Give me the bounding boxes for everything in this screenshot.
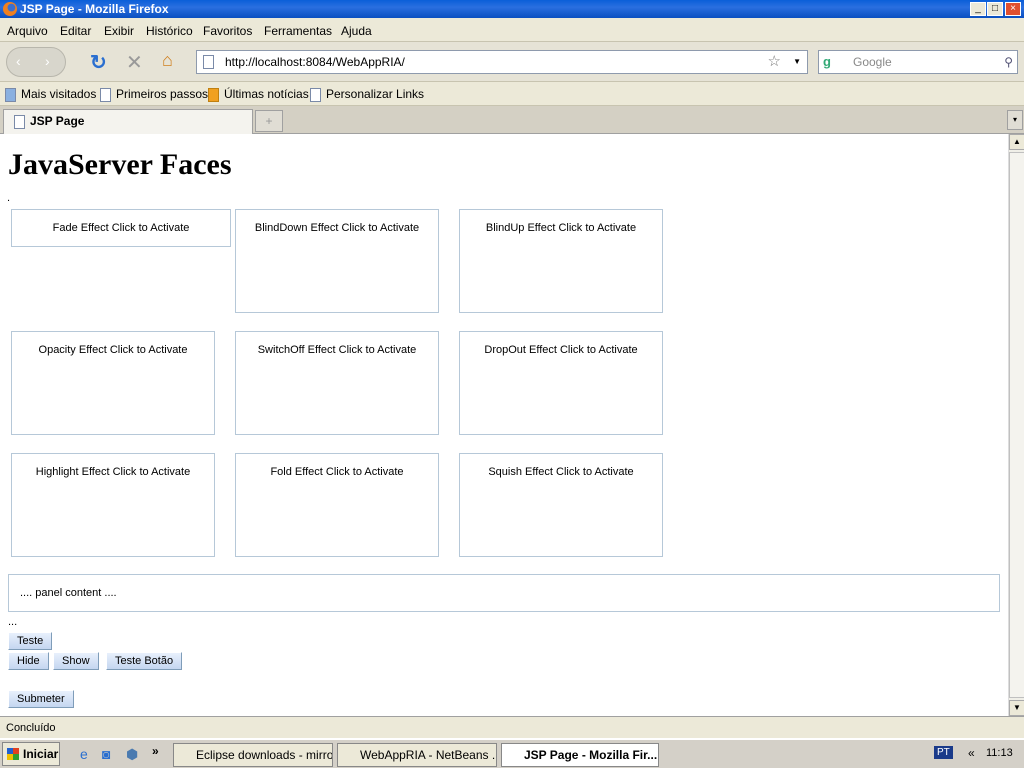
tab-label: JSP Page [30, 114, 85, 128]
page-icon [100, 87, 111, 102]
opacity-effect-box[interactable]: Opacity Effect Click to Activate [11, 331, 215, 435]
page-content: JavaServer Faces . Fade Effect Click to … [0, 134, 1008, 716]
teste-botao-button[interactable]: Teste Botão [106, 652, 183, 670]
url-bar[interactable]: http://localhost:8084/WebAppRIA/ ☆ ▼ [196, 50, 808, 74]
page-heading: JavaServer Faces [8, 148, 232, 181]
window-title: JSP Page - Mozilla Firefox [20, 2, 169, 16]
task-label: JSP Page - Mozilla Fir... [524, 748, 658, 762]
submeter-button[interactable]: Submeter [8, 690, 74, 708]
fade-effect-box[interactable]: Fade Effect Click to Activate [11, 209, 231, 247]
menu-ajuda[interactable]: Ajuda [341, 24, 372, 38]
ie-icon[interactable]: e [80, 746, 88, 762]
bookmark-primeiros-passos[interactable]: Primeiros passos [100, 87, 208, 102]
bookmark-label: Personalizar Links [326, 87, 425, 101]
scroll-thumb[interactable] [1009, 152, 1024, 698]
start-label: Iniciar [23, 747, 59, 761]
status-bar: Concluído [0, 716, 1024, 738]
home-icon[interactable]: ⌂ [162, 50, 173, 71]
close-button[interactable]: × [1005, 2, 1021, 16]
bookmark-personalizar-links[interactable]: Personalizar Links [310, 87, 424, 102]
tab-bar: JSP Page + ▾ [0, 106, 1024, 134]
bookmark-label: Primeiros passos [116, 87, 209, 101]
minimize-button[interactable]: _ [970, 2, 986, 16]
new-tab-button[interactable]: + [255, 110, 283, 132]
blinddown-effect-box[interactable]: BlindDown Effect Click to Activate [235, 209, 439, 313]
squish-effect-box[interactable]: Squish Effect Click to Activate [459, 453, 663, 557]
bookmark-label: Mais visitados [21, 87, 97, 101]
reload-icon[interactable]: ↻ [90, 50, 107, 75]
taskbar: Iniciar e ◙ ⬢ » Eclipse downloads - mirr… [0, 738, 1024, 768]
bookmark-ultimas-noticias[interactable]: Últimas notícias [208, 87, 309, 102]
dropout-effect-box[interactable]: DropOut Effect Click to Activate [459, 331, 663, 435]
bookmarks-toolbar: Mais visitados Primeiros passos Últimas … [0, 82, 1024, 106]
google-icon[interactable]: g [823, 54, 839, 70]
blindup-effect-box[interactable]: BlindUp Effect Click to Activate [459, 209, 663, 313]
menu-bar: Arquivo Editar Exibir Histórico Favorito… [0, 18, 1024, 42]
more-icon[interactable]: » [152, 744, 159, 758]
fold-effect-box[interactable]: Fold Effect Click to Activate [235, 453, 439, 557]
menu-exibir[interactable]: Exibir [104, 24, 134, 38]
page-icon [203, 55, 214, 69]
search-icon[interactable]: ⚲ [1004, 51, 1013, 73]
task-label: WebAppRIA - NetBeans ... [360, 748, 497, 762]
firefox-logo-icon [3, 2, 17, 16]
url-text: http://localhost:8084/WebAppRIA/ [225, 55, 405, 69]
back-forward-buttons[interactable]: ‹ › [6, 47, 66, 77]
dot-text: . [7, 192, 11, 204]
page-icon [310, 87, 321, 102]
menu-historico[interactable]: Histórico [146, 24, 193, 38]
netbeans-icon[interactable]: ⬢ [126, 746, 138, 763]
search-input[interactable]: g Google ⚲ [818, 50, 1018, 74]
status-text: Concluído [6, 722, 56, 734]
windows-logo-icon [7, 748, 19, 760]
search-placeholder: Google [853, 55, 892, 69]
bookmark-star-icon[interactable]: ☆ [768, 51, 781, 73]
navigation-toolbar: ‹ › ↻ ✕ ⌂ http://localhost:8084/WebAppRIA… [0, 42, 1024, 82]
page-icon [14, 114, 25, 129]
language-indicator[interactable]: PT [934, 746, 953, 759]
scroll-down-icon[interactable]: ▼ [1009, 700, 1024, 716]
bookmark-label: Últimas notícias [224, 87, 309, 101]
outlook-icon[interactable]: ◙ [102, 746, 110, 762]
start-button[interactable]: Iniciar [2, 742, 60, 766]
tray-expand-icon[interactable]: « [968, 746, 975, 760]
menu-arquivo[interactable]: Arquivo [7, 24, 48, 38]
ellipsis-text: ... [8, 616, 18, 628]
tab-jsp-page[interactable]: JSP Page [3, 109, 253, 134]
vertical-scrollbar[interactable]: ▲ ▼ [1008, 134, 1024, 716]
teste-button[interactable]: Teste [8, 632, 53, 650]
task-firefox[interactable]: JSP Page - Mozilla Fir... [501, 743, 659, 767]
content-panel: .... panel content .... [8, 574, 1000, 612]
hide-button[interactable]: Hide [8, 652, 49, 670]
url-dropdown-icon[interactable]: ▼ [793, 51, 801, 73]
menu-editar[interactable]: Editar [60, 24, 91, 38]
clock: 11:13 [986, 747, 1013, 759]
show-button[interactable]: Show [53, 652, 99, 670]
stop-icon[interactable]: ✕ [126, 50, 143, 75]
tab-list-button[interactable]: ▾ [1007, 110, 1023, 130]
highlight-effect-box[interactable]: Highlight Effect Click to Activate [11, 453, 215, 557]
folder-icon [5, 87, 16, 102]
task-eclipse[interactable]: Eclipse downloads - mirro... [173, 743, 333, 767]
task-netbeans[interactable]: WebAppRIA - NetBeans ... [337, 743, 497, 767]
bookmark-mais-visitados[interactable]: Mais visitados [5, 87, 96, 102]
scroll-up-icon[interactable]: ▲ [1009, 134, 1024, 150]
task-label: Eclipse downloads - mirro... [196, 748, 333, 762]
switchoff-effect-box[interactable]: SwitchOff Effect Click to Activate [235, 331, 439, 435]
back-icon[interactable]: ‹ [16, 53, 21, 69]
menu-ferramentas[interactable]: Ferramentas [264, 24, 332, 38]
title-bar: JSP Page - Mozilla Firefox [0, 0, 1024, 18]
maximize-button[interactable]: □ [987, 2, 1003, 16]
rss-icon [208, 87, 219, 102]
forward-icon[interactable]: › [45, 53, 50, 69]
menu-favoritos[interactable]: Favoritos [203, 24, 252, 38]
